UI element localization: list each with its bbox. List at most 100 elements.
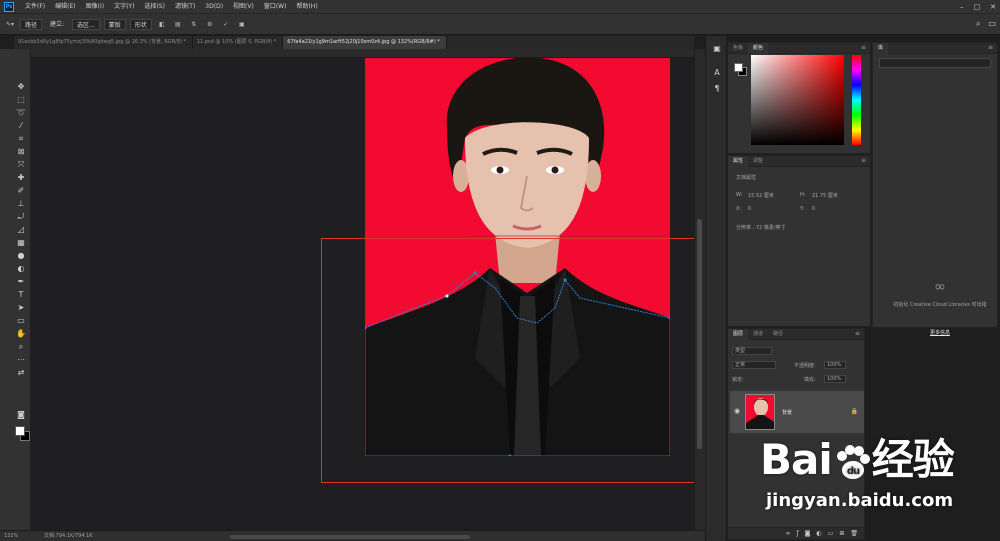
brush-tool-icon[interactable]: ✐ (14, 185, 28, 197)
scrollbar-thumb[interactable] (697, 219, 702, 449)
eyedropper-tool-icon[interactable]: ⤧ (14, 159, 28, 171)
eye-icon[interactable]: ◉ (734, 407, 740, 415)
tab-layers[interactable]: 图层 (728, 328, 749, 340)
menu-type[interactable]: 文字(Y) (109, 0, 139, 13)
maximize-icon[interactable]: □ (974, 3, 981, 11)
zoom-tool-icon[interactable]: ⌕ (14, 341, 28, 353)
auto-add-delete-icon[interactable]: ✓ (220, 19, 232, 30)
workspace-icon[interactable]: ▭ (988, 19, 996, 29)
shape-tool-icon[interactable]: ▭ (14, 315, 28, 327)
move-tool-icon[interactable]: ✥ (14, 81, 28, 93)
portrait-photo[interactable] (365, 58, 670, 456)
paragraph-icon[interactable]: ¶ (712, 84, 722, 94)
pen-tool-icon[interactable]: ✒ (14, 276, 28, 288)
fx-icon[interactable]: ƒ (796, 530, 798, 537)
blend-mode-select[interactable]: 正常 (732, 361, 776, 369)
make-selection-button[interactable]: 选区... (72, 18, 100, 30)
foreground-color-swatch[interactable] (15, 426, 25, 436)
layer-filter-select[interactable]: 类型 (732, 347, 772, 355)
foreground-color-swatch[interactable] (734, 63, 743, 72)
swap-colors-icon[interactable]: ⇄ (14, 367, 28, 379)
tab-properties[interactable]: 属性 (728, 155, 749, 167)
layer-row-background[interactable]: ◉ 背景 🔒 (730, 391, 864, 433)
quick-select-tool-icon[interactable]: ⁄ (14, 120, 28, 132)
path-operations-icon[interactable]: ◧ (156, 19, 168, 30)
history-icon[interactable]: ▣ (712, 44, 722, 54)
canvas-vertical-scrollbar[interactable] (695, 49, 705, 530)
y-value[interactable]: 0 (812, 206, 815, 212)
clone-stamp-icon[interactable]: ⊥ (14, 198, 28, 210)
layer-name[interactable]: 背景 (782, 409, 792, 416)
type-tool-icon[interactable]: T (14, 289, 28, 301)
link-layers-icon[interactable]: ∞ (785, 530, 790, 537)
path-alignment-icon[interactable]: ▤ (172, 19, 184, 30)
path-select-tool-icon[interactable]: ➤ (14, 302, 28, 314)
new-group-icon[interactable]: ▭ (828, 530, 834, 537)
hand-tool-icon[interactable]: ✋ (14, 328, 28, 340)
menu-filter[interactable]: 滤镜(T) (170, 0, 200, 13)
path-mode-select[interactable]: 路径 (20, 18, 43, 30)
add-mask-icon[interactable]: ◙ (805, 530, 811, 537)
tab-paths[interactable]: 路径 (768, 329, 788, 340)
hue-slider[interactable] (852, 55, 861, 145)
history-brush-icon[interactable]: ⤾ (14, 211, 28, 223)
gear-icon[interactable]: ⚙ (204, 19, 216, 30)
adjustment-layer-icon[interactable]: ◐ (816, 530, 821, 537)
watermark-brand: Bai du 经验 (760, 436, 955, 484)
path-arrangement-icon[interactable]: ⇅ (188, 19, 200, 30)
panel-menu-icon[interactable]: ≡ (988, 44, 993, 51)
tab-channels[interactable]: 通道 (748, 329, 768, 340)
menu-file[interactable]: 文件(F) (20, 0, 50, 13)
minimize-icon[interactable]: – (960, 3, 964, 11)
panel-menu-icon[interactable]: ≡ (855, 330, 860, 337)
tab-document-2[interactable]: 11.psd @ 10% (图层 0, RGB/8) * (193, 36, 284, 49)
width-value[interactable]: 15.52 厘米 (748, 192, 774, 199)
horizontal-scrollbar-thumb[interactable] (230, 535, 470, 539)
lasso-tool-icon[interactable]: ➰ (14, 107, 28, 119)
menu-view[interactable]: 视图(V) (228, 0, 259, 13)
height-value[interactable]: 21.75 厘米 (812, 192, 838, 199)
character-icon[interactable]: A (712, 68, 722, 78)
search-icon[interactable]: ⌕ (976, 19, 980, 29)
tab-color[interactable]: 颜色 (748, 42, 769, 54)
panel-menu-icon[interactable]: ≡ (861, 44, 866, 51)
close-icon[interactable]: ✕ (990, 3, 996, 11)
color-field[interactable] (751, 55, 844, 145)
menu-help[interactable]: 帮助(H) (291, 0, 322, 13)
blur-tool-icon[interactable]: ● (14, 250, 28, 262)
eraser-tool-icon[interactable]: ◿ (14, 224, 28, 236)
fill-input[interactable]: 100% (824, 375, 846, 383)
opacity-input[interactable]: 100% (824, 361, 846, 369)
gradient-tool-icon[interactable]: ▦ (14, 237, 28, 249)
more-tools-icon[interactable]: ⋯ (14, 354, 28, 366)
menu-window[interactable]: 窗口(W) (259, 0, 292, 13)
zoom-level[interactable]: 132% (4, 531, 18, 541)
canvas-area[interactable] (31, 58, 694, 530)
menu-image[interactable]: 图像(I) (81, 0, 109, 13)
menu-3d[interactable]: 3D(D) (200, 0, 228, 13)
make-shape-button[interactable]: 形状 (129, 18, 152, 30)
lock-icon[interactable]: 🔒 (851, 408, 858, 415)
healing-brush-icon[interactable]: ✚ (14, 172, 28, 184)
tab-libraries[interactable]: 库 (873, 42, 889, 54)
marquee-tool-icon[interactable]: ⬚ (14, 94, 28, 106)
pen-tool-preset-icon[interactable]: ✎▾ (4, 19, 16, 30)
dodge-tool-icon[interactable]: ◐ (14, 263, 28, 275)
quick-mask-icon[interactable]: ◙ (14, 409, 28, 421)
panel-menu-icon[interactable]: ≡ (861, 157, 866, 164)
more-info-link[interactable]: 更多信息 (881, 329, 999, 336)
tab-adjustments[interactable]: 调整 (748, 156, 768, 167)
libraries-search-input[interactable] (879, 58, 991, 68)
menu-select[interactable]: 选择(S) (139, 0, 170, 13)
new-layer-icon[interactable]: ⊞ (839, 530, 844, 537)
make-mask-button[interactable]: 蒙版 (103, 18, 126, 30)
frame-tool-icon[interactable]: ⊠ (14, 146, 28, 158)
tab-document-1[interactable]: 91ecbb3d0y1g8fp75ymzj30k80gbwg5.jpg @ 16… (14, 36, 193, 49)
align-edges-icon[interactable]: ▣ (236, 19, 248, 30)
crop-tool-icon[interactable]: ⌗ (14, 133, 28, 145)
x-value[interactable]: 0 (748, 206, 751, 212)
menu-edit[interactable]: 编辑(E) (50, 0, 80, 13)
tab-swatches[interactable]: 色板 (728, 43, 748, 54)
trash-icon[interactable]: 🗑 (850, 530, 858, 537)
tab-document-3[interactable]: 67fa4a21ly1g9m1arft52j20j10sm0z4.jpg @ 1… (283, 36, 447, 49)
